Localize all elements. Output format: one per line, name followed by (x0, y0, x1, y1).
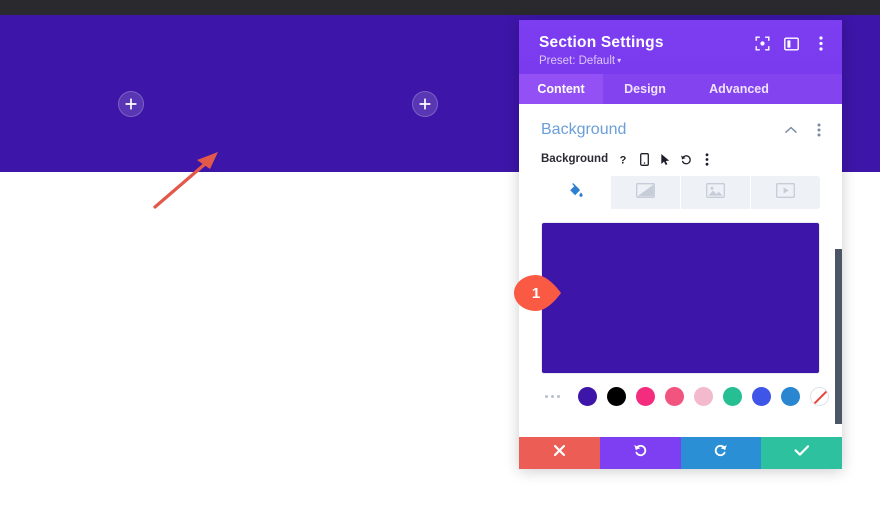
swatch-blue-violet[interactable] (752, 387, 771, 406)
status-badge: 1 (511, 273, 575, 313)
help-icon[interactable]: ? (617, 152, 629, 166)
swatch-pink[interactable] (636, 387, 655, 406)
kebab-menu-icon[interactable] (811, 123, 826, 138)
reset-icon[interactable] (680, 152, 692, 166)
section-header-icons (783, 123, 826, 138)
redo-button[interactable] (680, 437, 762, 469)
redo-icon (713, 443, 728, 463)
layout-split-icon[interactable] (784, 36, 799, 51)
undo-button[interactable] (599, 437, 681, 469)
swatch-light-pink[interactable] (694, 387, 713, 406)
arrow-up-right-icon (150, 150, 230, 212)
cancel-button[interactable] (519, 437, 600, 469)
paint-bucket-icon (567, 182, 584, 204)
color-swatch-row (519, 374, 842, 406)
panel-tabs: Content Design Advanced (519, 74, 842, 104)
more-dots-icon[interactable] (545, 395, 560, 398)
background-section-header[interactable]: Background (519, 104, 842, 140)
chevron-up-icon[interactable] (783, 123, 798, 138)
preset-label: Preset: Default (539, 55, 616, 67)
panel-header: Section Settings Preset: Default ▾ (519, 20, 842, 74)
responsive-device-icon[interactable] (638, 152, 650, 166)
tab-content[interactable]: Content (519, 74, 603, 104)
panel-header-icons (755, 36, 828, 51)
save-button[interactable] (761, 437, 842, 469)
check-icon (794, 444, 810, 462)
focus-target-icon[interactable] (755, 36, 770, 51)
section-settings-panel[interactable]: Section Settings Preset: Default ▾ Conte… (519, 20, 842, 469)
hover-cursor-icon[interactable] (659, 152, 671, 166)
svg-text:?: ? (620, 154, 627, 166)
swatch-rose[interactable] (665, 387, 684, 406)
swatch-blue[interactable] (781, 387, 800, 406)
background-video-tab[interactable] (751, 176, 820, 209)
tab-advanced[interactable]: Advanced (687, 74, 791, 104)
plus-icon (419, 98, 431, 110)
top-admin-bar (0, 0, 880, 15)
tab-design[interactable]: Design (603, 74, 687, 104)
kebab-menu-icon[interactable] (701, 152, 713, 166)
background-type-tabs (541, 176, 820, 209)
add-section-right-button[interactable] (412, 91, 438, 117)
kebab-menu-icon[interactable] (813, 36, 828, 51)
background-gradient-tab[interactable] (611, 176, 681, 209)
undo-icon (633, 443, 648, 463)
step-badge-number: 1 (531, 284, 541, 302)
swatch-teal[interactable] (723, 387, 742, 406)
swatch-transparent[interactable] (810, 387, 829, 406)
preset-selector[interactable]: Preset: Default ▾ (539, 54, 621, 68)
page-canvas: Section Settings Preset: Default ▾ Conte… (0, 0, 880, 519)
section-title: Background (541, 121, 627, 138)
gradient-icon (636, 182, 655, 203)
background-field-label-row: Background ? (519, 140, 842, 166)
chevron-down-icon: ▾ (617, 56, 622, 65)
swatch-indigo[interactable] (578, 387, 597, 406)
background-color-preview[interactable] (541, 222, 820, 374)
background-color-tab[interactable] (541, 176, 611, 209)
plus-icon (125, 98, 137, 110)
image-icon (706, 182, 725, 203)
close-icon (553, 444, 566, 462)
background-image-tab[interactable] (681, 176, 751, 209)
panel-body: Background Background ? (519, 104, 842, 437)
panel-scrollbar[interactable] (835, 249, 842, 424)
field-label: Background (541, 153, 609, 165)
add-section-left-button[interactable] (118, 91, 144, 117)
swatch-black[interactable] (607, 387, 626, 406)
panel-action-bar (519, 437, 842, 469)
video-icon (776, 182, 795, 203)
